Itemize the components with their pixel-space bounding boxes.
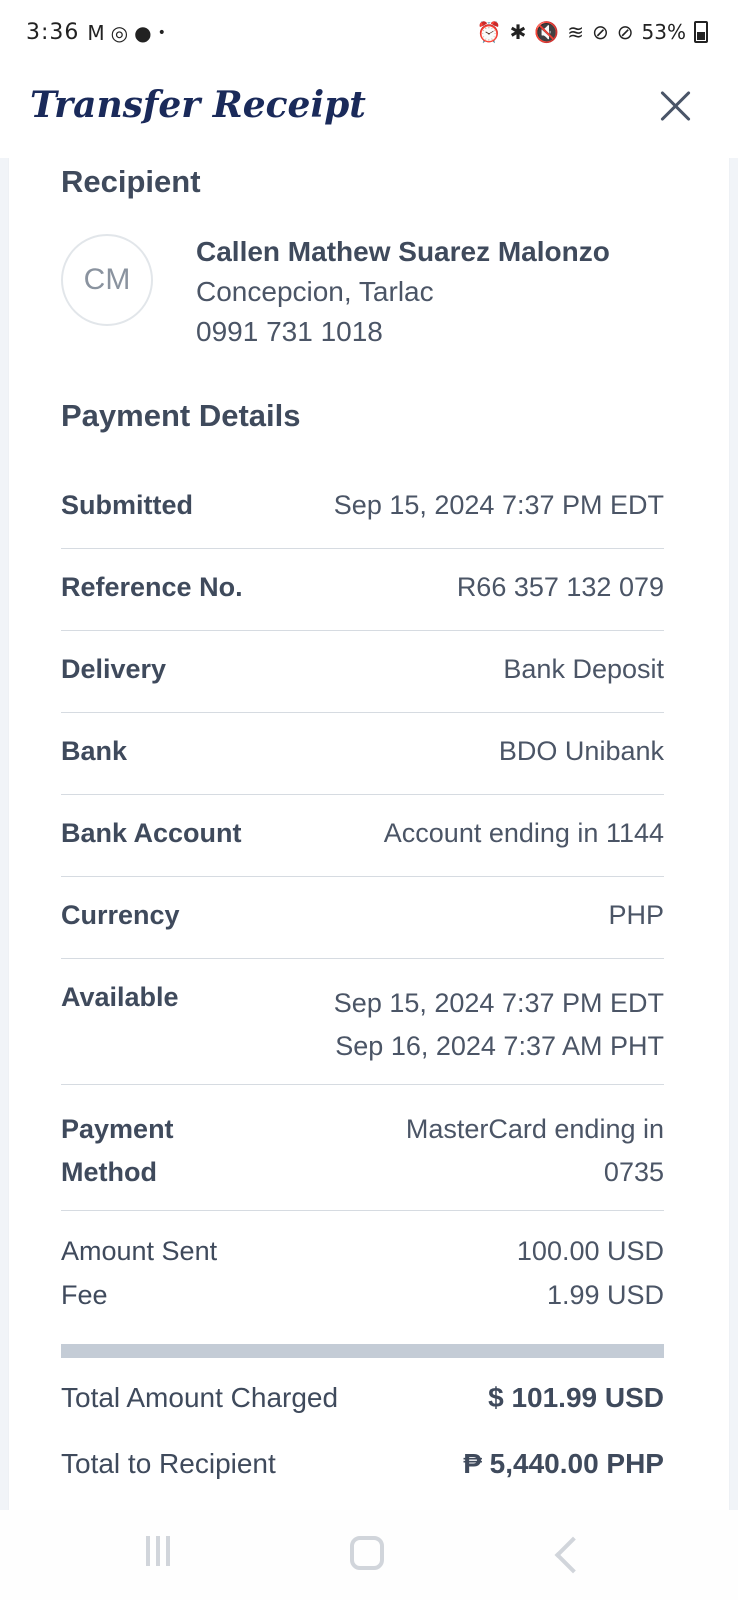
gmail-icon: M (87, 20, 105, 45)
row-label: Available (61, 982, 179, 1012)
row-amount-sent: Amount Sent 100.00 USD (61, 1236, 664, 1280)
row-total-recipient: Total to Recipient ₱ 5,440.00 PHP (61, 1448, 664, 1492)
row-value: Sep 15, 2024 7:37 PM EDT (333, 490, 664, 520)
page-title: Transfer Receipt (30, 84, 366, 126)
status-right: ⏰ ✱ 🔇 ≋ ⊘ ⊘ 53% (477, 20, 708, 44)
row-label: Total Amount Charged (61, 1382, 339, 1413)
row-value: BDO Unibank (498, 736, 664, 766)
row-label: Bank Account (61, 818, 242, 848)
status-left: 3:36 M ◎ ● • (26, 20, 166, 45)
home-icon[interactable] (350, 1536, 384, 1570)
payment-method-line-2: 0735 (603, 1157, 664, 1187)
status-bar: 3:36 M ◎ ● • ⏰ ✱ 🔇 ≋ ⊘ ⊘ 53% (0, 0, 738, 70)
header: Transfer Receipt (0, 70, 738, 160)
row-currency: Currency PHP (61, 900, 664, 959)
row-value: 100.00 USD (516, 1236, 664, 1266)
row-label: Delivery (61, 654, 167, 684)
row-label: Currency (61, 900, 180, 930)
receipt-sheet[interactable]: Recipient CM Callen Mathew Suarez Malonz… (8, 158, 730, 1510)
row-bank-account: Bank Account Account ending in 1144 (61, 818, 664, 877)
row-label: Bank (61, 736, 128, 766)
recipient-phone: 0991 731 1018 (196, 316, 383, 347)
row-value: R66 357 132 079 (456, 572, 664, 602)
system-nav-bar (0, 1510, 738, 1600)
messenger-icon: ● (134, 20, 152, 45)
row-value: MasterCard ending in 0735 (406, 1108, 664, 1210)
battery-percent: 53% (641, 20, 686, 44)
row-bank: Bank BDO Unibank (61, 736, 664, 795)
row-value: $ 101.99 USD (488, 1382, 664, 1413)
row-label: Payment Method (61, 1108, 174, 1210)
status-time: 3:36 (26, 20, 80, 45)
mute-icon: 🔇 (534, 20, 560, 44)
row-label: Reference No. (61, 572, 243, 602)
payment-details-title: Payment Details (61, 398, 301, 433)
row-value: Sep 15, 2024 7:37 PM EDT Sep 16, 2024 7:… (334, 982, 664, 1084)
recipient-section-title: Recipient (61, 164, 201, 199)
block-icon: ⊘ (616, 20, 634, 44)
payment-method-label-1: Payment (61, 1114, 174, 1144)
battery-icon (694, 21, 708, 43)
recipient-location: Concepcion, Tarlac (196, 276, 434, 307)
row-submitted: Submitted Sep 15, 2024 7:37 PM EDT (61, 490, 664, 549)
row-total-charged: Total Amount Charged $ 101.99 USD (61, 1382, 664, 1426)
notification-icons: M ◎ ● • (87, 21, 165, 45)
row-label: Total to Recipient (61, 1448, 276, 1479)
avatar: CM (61, 234, 153, 326)
row-value: 1.99 USD (546, 1280, 664, 1310)
row-value: ₱ 5,440.00 PHP (463, 1448, 664, 1479)
payment-method-line-1: MasterCard ending in (405, 1114, 664, 1144)
available-line-1: Sep 15, 2024 7:37 PM EDT (333, 988, 664, 1018)
row-value: PHP (608, 900, 664, 930)
block-icon: ⊘ (592, 20, 609, 44)
row-label: Amount Sent (61, 1236, 218, 1266)
row-value: Account ending in 1144 (383, 818, 664, 848)
row-value: Bank Deposit (503, 654, 664, 684)
whatsapp-icon: ◎ (110, 20, 129, 45)
alarm-icon: ⏰ (476, 20, 502, 44)
available-line-2: Sep 16, 2024 7:37 AM PHT (335, 1031, 664, 1061)
totals-divider (61, 1344, 664, 1358)
payment-method-label-2: Method (61, 1157, 157, 1187)
row-label: Fee (61, 1280, 108, 1310)
row-delivery: Delivery Bank Deposit (61, 654, 664, 713)
row-reference: Reference No. R66 357 132 079 (61, 572, 664, 631)
wifi-icon: ≋ (567, 20, 585, 44)
dot-icon: • (157, 24, 166, 41)
bluetooth-icon: ✱ (509, 20, 527, 44)
recipient-name: Callen Mathew Suarez Malonzo (196, 236, 610, 267)
row-fee: Fee 1.99 USD (61, 1280, 664, 1324)
close-icon[interactable] (654, 84, 698, 128)
row-label: Submitted (61, 490, 193, 520)
back-icon[interactable] (554, 1536, 592, 1574)
row-available: Available Sep 15, 2024 7:37 PM EDT Sep 1… (61, 982, 664, 1085)
row-payment-method: Payment Method MasterCard ending in 0735 (61, 1108, 664, 1211)
recents-icon[interactable] (146, 1536, 180, 1570)
